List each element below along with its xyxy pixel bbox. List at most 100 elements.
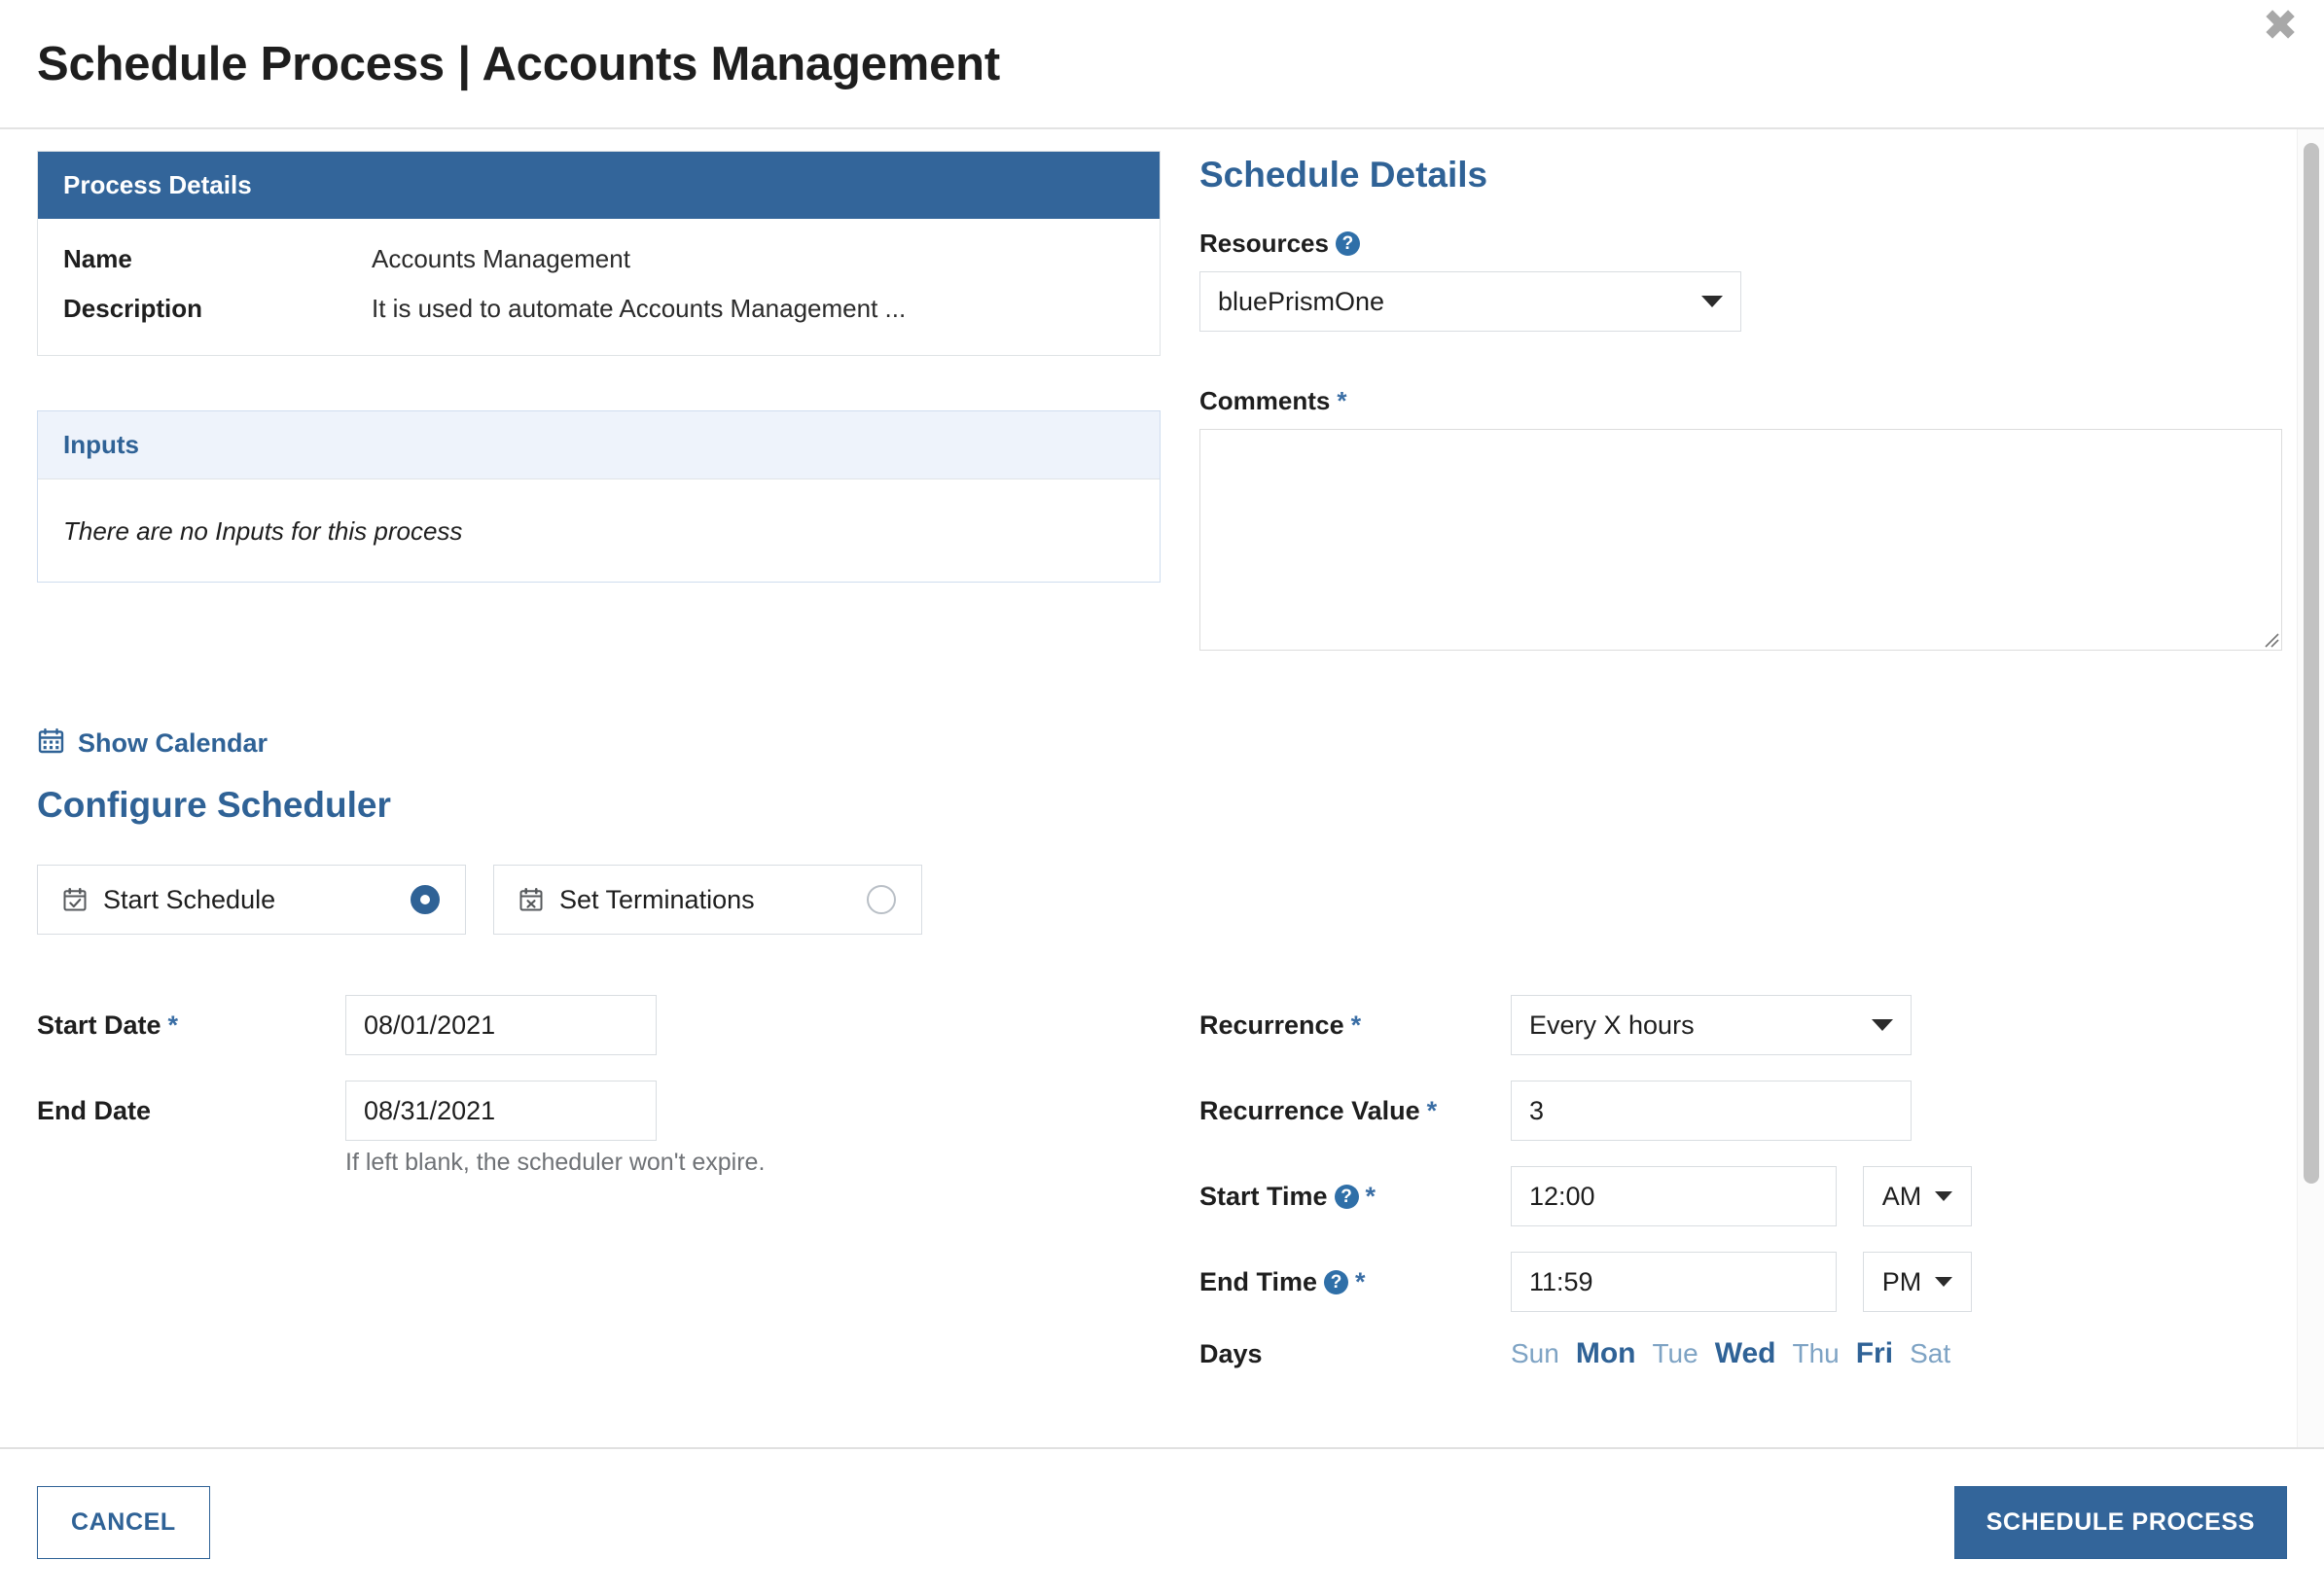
day-fri[interactable]: Fri (1856, 1337, 1893, 1370)
end-date-input[interactable] (345, 1081, 657, 1141)
inputs-empty-message: There are no Inputs for this process (63, 516, 463, 546)
required-asterisk: * (1365, 1181, 1377, 1211)
schedule-details-title: Schedule Details (1199, 155, 1488, 195)
end-time-row: End Time ? * PM (1199, 1252, 2259, 1312)
process-details-card: Process Details Name Accounts Management… (37, 151, 1161, 356)
start-date-input[interactable] (345, 995, 657, 1055)
days-row: Days Sun Mon Tue Wed Thu Fri Sat (1199, 1337, 2259, 1370)
right-column: Schedule Details Resources ? bluePrismOn… (1161, 151, 2282, 651)
cancel-button[interactable]: CANCEL (37, 1485, 210, 1559)
recurrence-value-label: Recurrence Value * (1199, 1096, 1511, 1126)
recurrence-value-row: Recurrence Value * (1199, 1081, 2259, 1141)
days-label: Days (1199, 1339, 1511, 1369)
scheduler-form: Start Date * End Date If left blank, the… (37, 995, 2259, 1370)
mode-set-terminations[interactable]: Set Terminations (493, 865, 922, 935)
process-description-value: It is used to automate Accounts Manageme… (372, 294, 907, 323)
modal-body: Process Details Name Accounts Management… (0, 129, 2324, 1447)
recurrence-value-input[interactable] (1511, 1081, 1912, 1141)
end-time-meridiem-select[interactable]: PM (1863, 1252, 1972, 1312)
resources-label-text: Resources (1199, 229, 1329, 258)
start-time-label-text: Start Time (1199, 1181, 1328, 1211)
top-columns: Process Details Name Accounts Management… (37, 151, 2282, 651)
recurrence-row: Recurrence * Every X hours (1199, 995, 2259, 1055)
start-time-meridiem-value: AM (1881, 1181, 1922, 1211)
start-date-label: Start Date * (37, 1010, 345, 1041)
start-date-label-text: Start Date (37, 1010, 161, 1040)
process-name-label: Name (63, 244, 132, 273)
calendar-x-icon (518, 886, 545, 913)
page-title: Schedule Process | Accounts Management (37, 37, 1001, 90)
close-icon[interactable]: ✖ (2258, 4, 2303, 49)
end-time-label: End Time ? * (1199, 1267, 1511, 1297)
day-sun[interactable]: Sun (1511, 1338, 1559, 1369)
scrollbar-thumb[interactable] (2304, 143, 2319, 1184)
recurrence-label: Recurrence * (1199, 1010, 1511, 1041)
scheduler-form-left: Start Date * End Date If left blank, the… (37, 995, 1161, 1370)
left-column: Process Details Name Accounts Management… (37, 151, 1161, 583)
required-asterisk: * (1355, 1266, 1366, 1296)
chevron-down-icon (1935, 1277, 1953, 1287)
days-label-text: Days (1199, 1338, 1263, 1368)
recurrence-label-text: Recurrence (1199, 1010, 1344, 1040)
modal-header: Schedule Process | Accounts Management ✖ (0, 0, 2324, 129)
start-date-row: Start Date * (37, 995, 1161, 1055)
inputs-card: Inputs There are no Inputs for this proc… (37, 410, 1161, 583)
help-icon[interactable]: ? (1334, 1184, 1359, 1209)
comments-label-text: Comments (1199, 386, 1331, 415)
chevron-down-icon (1701, 296, 1723, 307)
resources-label: Resources ? (1199, 229, 2282, 259)
recurrence-select[interactable]: Every X hours (1511, 995, 1912, 1055)
day-thu[interactable]: Thu (1792, 1338, 1839, 1369)
resources-selected-value: bluePrismOne (1218, 286, 1385, 316)
end-time-label-text: End Time (1199, 1266, 1318, 1296)
radio-set-terminations[interactable] (867, 885, 896, 914)
required-asterisk: * (1350, 1010, 1362, 1040)
mode-start-schedule-label: Start Schedule (103, 884, 276, 914)
start-time-meridiem-select[interactable]: AM (1863, 1166, 1972, 1226)
comments-label: Comments * (1199, 386, 2282, 416)
scheduler-form-right: Recurrence * Every X hours Recurrence Va… (1161, 995, 2259, 1370)
table-row: Name Accounts Management (63, 234, 1134, 284)
days-selector: Sun Mon Tue Wed Thu Fri Sat (1511, 1337, 1950, 1370)
end-time-meridiem-value: PM (1881, 1266, 1922, 1296)
end-date-row: End Date (37, 1081, 1161, 1141)
start-time-row: Start Time ? * AM (1199, 1166, 2259, 1226)
calendar-icon (37, 727, 65, 760)
mode-set-terminations-left: Set Terminations (518, 885, 755, 915)
day-tue[interactable]: Tue (1652, 1338, 1698, 1369)
inputs-header: Inputs (38, 411, 1160, 479)
mode-start-schedule-left: Start Schedule (61, 885, 275, 915)
end-time-input[interactable] (1511, 1252, 1837, 1312)
recurrence-value-label-text: Recurrence Value (1199, 1095, 1420, 1125)
start-time-label: Start Time ? * (1199, 1182, 1511, 1212)
configure-scheduler-title: Configure Scheduler (37, 785, 391, 825)
help-icon[interactable]: ? (1324, 1269, 1349, 1294)
vertical-scrollbar[interactable] (2297, 129, 2324, 1447)
end-date-label: End Date (37, 1096, 345, 1126)
calendar-check-icon (61, 886, 89, 913)
modal-footer: CANCEL SCHEDULE PROCESS (0, 1447, 2324, 1595)
radio-start-schedule[interactable] (411, 885, 440, 914)
schedule-process-button[interactable]: SCHEDULE PROCESS (1953, 1485, 2287, 1559)
required-asterisk: * (1426, 1095, 1438, 1125)
required-asterisk: * (1337, 386, 1347, 415)
comments-input[interactable] (1199, 429, 2282, 651)
start-time-input[interactable] (1511, 1166, 1837, 1226)
recurrence-selected-value: Every X hours (1529, 1010, 1695, 1040)
mode-start-schedule[interactable]: Start Schedule (37, 865, 466, 935)
day-mon[interactable]: Mon (1576, 1337, 1636, 1370)
day-sat[interactable]: Sat (1910, 1338, 1950, 1369)
resources-select[interactable]: bluePrismOne (1199, 271, 1741, 332)
show-calendar-link[interactable]: Show Calendar (37, 727, 2259, 760)
process-details-body: Name Accounts Management Description It … (38, 219, 1160, 355)
process-details-header: Process Details (38, 152, 1160, 219)
schedule-mode-group: Start Schedule Set Terminations (37, 865, 2259, 935)
day-wed[interactable]: Wed (1715, 1337, 1776, 1370)
inputs-body: There are no Inputs for this process (38, 479, 1160, 582)
end-date-hint: If left blank, the scheduler won't expir… (345, 1149, 766, 1176)
show-calendar-label: Show Calendar (78, 727, 268, 758)
table-row: Description It is used to automate Accou… (63, 284, 1134, 334)
schedule-process-modal: Schedule Process | Accounts Management ✖… (0, 0, 2324, 1595)
end-date-label-text: End Date (37, 1095, 152, 1125)
help-icon[interactable]: ? (1335, 231, 1360, 256)
